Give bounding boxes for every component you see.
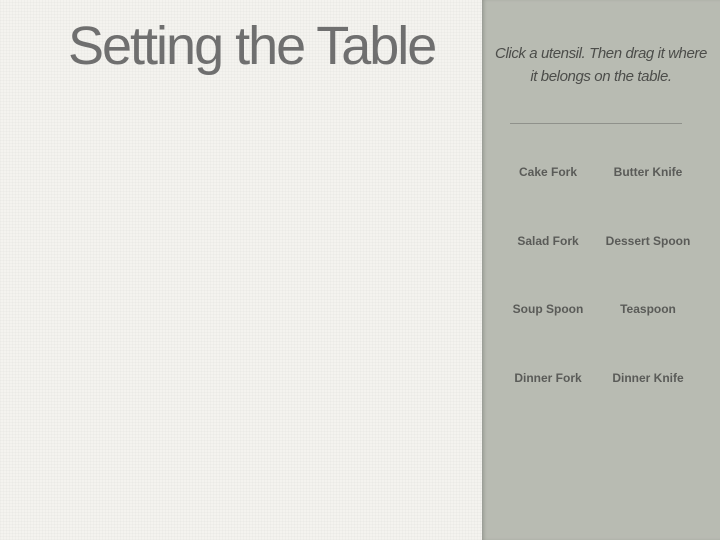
- utensil-teaspoon[interactable]: Teaspoon: [596, 297, 700, 321]
- instructions-text: Click a utensil. Then drag it where it b…: [495, 45, 707, 85]
- table-canvas[interactable]: Setting the Table: [0, 0, 482, 540]
- page-title: Setting the Table: [68, 16, 437, 76]
- utensil-dessert-spoon[interactable]: Dessert Spoon: [596, 229, 700, 253]
- utensil-dinner-knife[interactable]: Dinner Knife: [596, 366, 700, 390]
- utensil-panel: Click a utensil. Then drag it where it b…: [482, 0, 720, 540]
- utensil-dinner-fork[interactable]: Dinner Fork: [496, 366, 600, 390]
- utensil-soup-spoon[interactable]: Soup Spoon: [496, 297, 600, 321]
- utensil-salad-fork[interactable]: Salad Fork: [496, 229, 600, 253]
- utensil-butter-knife[interactable]: Butter Knife: [596, 160, 700, 184]
- utensil-cake-fork[interactable]: Cake Fork: [496, 160, 600, 184]
- panel-divider: [510, 123, 682, 124]
